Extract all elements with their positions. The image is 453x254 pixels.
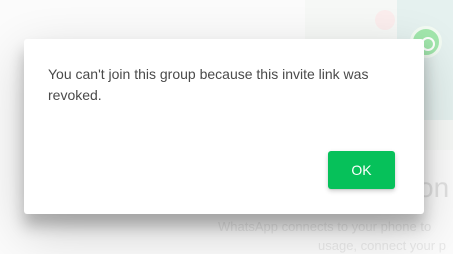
revoked-invite-dialog: You can't join this group because this i…: [24, 39, 424, 214]
ok-button[interactable]: OK: [328, 151, 395, 189]
app-screen: on WhatsApp connects to your phone to us…: [0, 0, 453, 254]
dialog-message: You can't join this group because this i…: [48, 66, 369, 103]
